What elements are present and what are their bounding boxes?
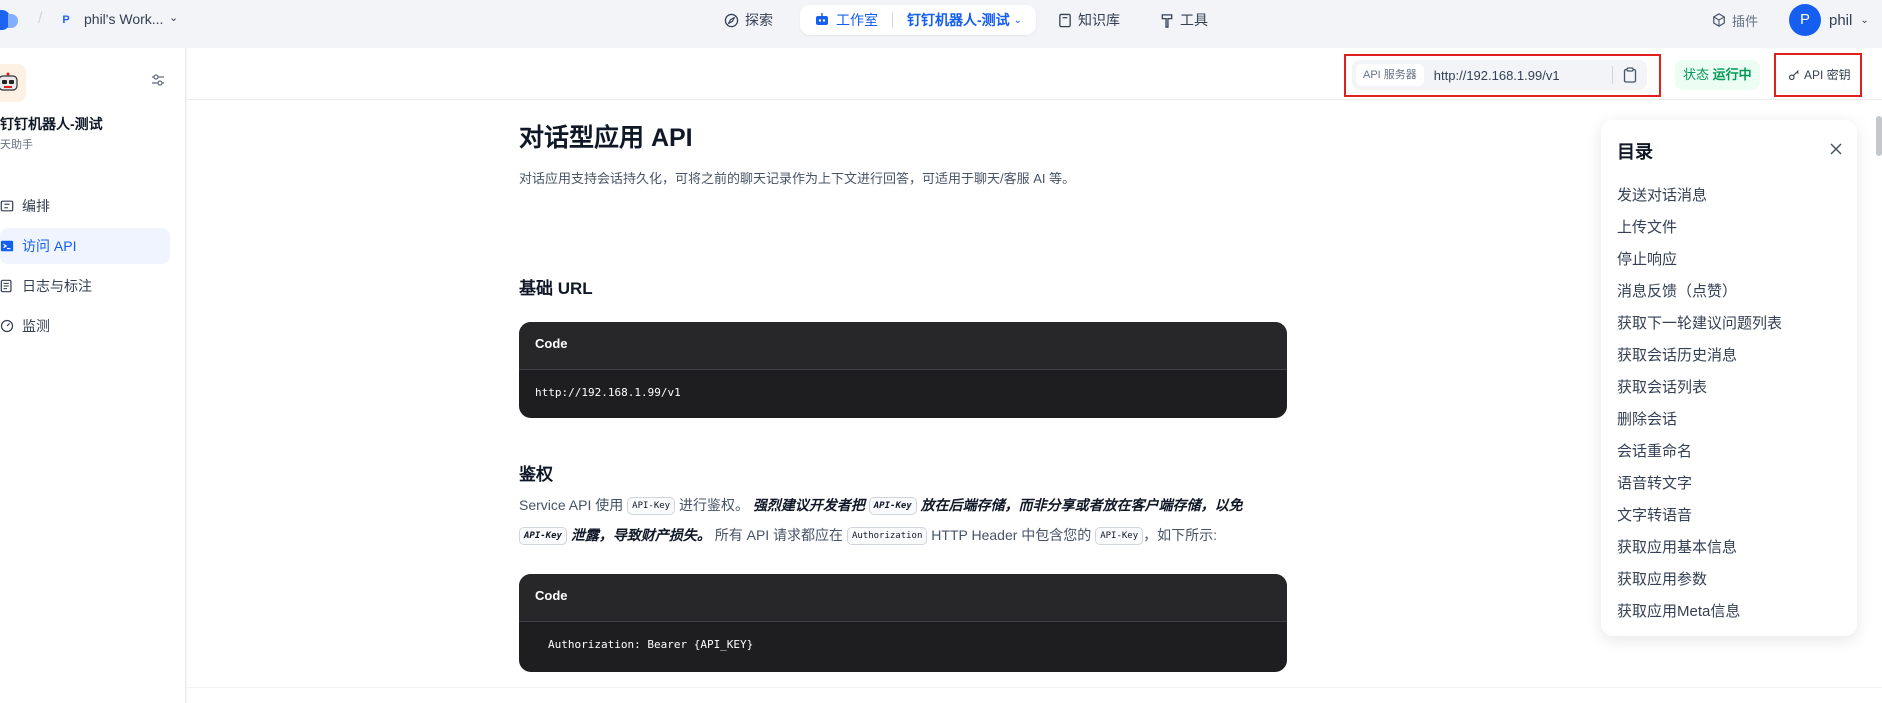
auth-warning-text: 泄露，导致财产损失。 (566, 527, 711, 543)
auth-heading: 鉴权 (519, 465, 553, 484)
log-icon (0, 279, 12, 293)
auth-text: 所有 API 请求都应在 (710, 527, 847, 543)
toc-item[interactable]: 消息反馈（点赞） (1617, 276, 1782, 308)
toc-item[interactable]: 发送对话消息 (1617, 180, 1782, 212)
robot-icon (816, 13, 828, 25)
nav-studio[interactable]: 工作室 钉钉机器人-测试 ⌄ (800, 5, 1037, 35)
toc-item[interactable]: 获取应用参数 (1617, 564, 1782, 596)
code-block-header: Code (519, 574, 1287, 622)
toc-item[interactable]: 语音转文字 (1617, 468, 1782, 500)
code-pill: API-Key (519, 527, 567, 546)
auth-paragraph: Service API 使用 API-Key 进行鉴权。 强烈建议开发者把 AP… (519, 490, 1289, 550)
toc-item[interactable]: 获取会话列表 (1617, 372, 1782, 404)
auth-warning-text: 强烈建议开发者把 (752, 497, 869, 513)
nav-studio-label: 工作室 (836, 12, 878, 28)
workspace-avatar: P (58, 12, 74, 28)
code-block-content[interactable]: Authorization: Bearer {API_KEY} (519, 622, 1287, 667)
divider (892, 12, 893, 28)
toc-list: 发送对话消息 上传文件 停止响应 消息反馈（点赞） 获取下一轮建议问题列表 获取… (1617, 180, 1782, 628)
hammer-icon (1161, 13, 1173, 28)
nav-knowledge[interactable]: 知识库 (1058, 6, 1120, 34)
top-nav: / P phil's Work... ⌄ 探索 工作室 钉钉机器人-测试 ⌄ 知… (0, 0, 1882, 40)
code-pill: API-Key (1095, 527, 1144, 546)
toc-item[interactable]: 获取下一轮建议问题列表 (1617, 308, 1782, 340)
plugins-button[interactable]: 插件 (1712, 6, 1758, 34)
toc-item[interactable]: 会话重命名 (1617, 436, 1782, 468)
nav-tools-label: 工具 (1180, 12, 1208, 28)
annotation-highlight-box (1344, 54, 1661, 97)
page-title: 对话型应用 API (519, 124, 693, 152)
plugin-cube-icon (1713, 13, 1725, 27)
toc-item[interactable]: 获取应用Meta信息 (1617, 596, 1782, 628)
app-robot-icon (0, 64, 26, 102)
api-doc: 对话型应用 API 对话应用支持会话持久化，可将之前的聊天记录作为上下文进行回答… (519, 118, 1289, 672)
toc-title: 目录 (1617, 142, 1653, 162)
sidebar-item-label: 监测 (22, 318, 50, 334)
sidebar-item-monitor[interactable]: 监测 (0, 308, 170, 344)
book-icon (1059, 13, 1071, 27)
avatar: P (1789, 4, 1821, 36)
chevron-down-icon[interactable]: ⌄ (1014, 15, 1022, 26)
auth-text: ，如下所示: (1143, 527, 1218, 543)
chevron-down-icon: ⌄ (1860, 14, 1869, 26)
sidebar-item-label: 编排 (22, 198, 50, 214)
orchestrate-icon (0, 200, 14, 212)
toc-item[interactable]: 获取会话历史消息 (1617, 340, 1782, 372)
workspace-switcher[interactable]: phil's Work... (84, 11, 163, 27)
annotation-highlight-box (1774, 53, 1862, 97)
nav-separator: / (38, 10, 43, 27)
app-sidebar: 钉钉机器人-测试 天助手 编排 访问 API 日志与标注 监测 (0, 48, 186, 703)
api-toolbar: API 服务器 http://192.168.1.99/v1 状态 运行中 AP… (187, 48, 1882, 100)
auth-warning-text: 放在后端存储，而非分享或者放在客户端存储，以免 (916, 497, 1243, 513)
sidebar-item-label: 日志与标注 (22, 278, 92, 294)
code-block-auth-header: Code Authorization: Bearer {API_KEY} (519, 574, 1287, 672)
dify-logo-icon[interactable] (0, 10, 22, 30)
toc-item[interactable]: 获取应用基本信息 (1617, 532, 1782, 564)
chevron-down-icon[interactable]: ⌄ (169, 11, 178, 24)
current-app-selector[interactable]: 钉钉机器人-测试 (907, 10, 1010, 30)
settings-sliders-icon[interactable] (150, 72, 166, 88)
app-subtitle: 天助手 (0, 139, 33, 151)
toc-item[interactable]: 上传文件 (1617, 212, 1782, 244)
code-block-base-url: Code http://192.168.1.99/v1 (519, 322, 1287, 418)
auth-text: Service API 使用 (519, 497, 628, 513)
status-value: 运行中 (1712, 67, 1752, 82)
sidebar-item-logs[interactable]: 日志与标注 (0, 268, 170, 304)
sidebar-item-orchestrate[interactable]: 编排 (0, 188, 170, 224)
toc-item[interactable]: 停止响应 (1617, 244, 1782, 276)
app-title: 钉钉机器人-测试 (0, 116, 103, 132)
base-url-heading: 基础 URL (519, 279, 593, 298)
main-content: API 服务器 http://192.168.1.99/v1 状态 运行中 AP… (187, 48, 1882, 703)
user-menu[interactable]: P phil ⌄ (1789, 4, 1869, 36)
close-icon[interactable] (1829, 142, 1843, 156)
code-block-content[interactable]: http://192.168.1.99/v1 (519, 370, 1287, 415)
code-pill: API-Key (868, 497, 917, 516)
code-block-header: Code (519, 322, 1287, 370)
page-scrollbar[interactable] (1876, 116, 1882, 156)
table-of-contents: 目录 发送对话消息 上传文件 停止响应 消息反馈（点赞） 获取下一轮建议问题列表… (1601, 120, 1857, 636)
doc-intro: 对话应用支持会话持久化，可将之前的聊天记录作为上下文进行回答，可适用于聊天/客服… (519, 171, 1076, 186)
monitor-icon (0, 319, 14, 333)
toc-item[interactable]: 文字转语音 (1617, 500, 1782, 532)
nav-tools[interactable]: 工具 (1160, 6, 1208, 34)
sidebar-item-label: 访问 API (22, 238, 77, 254)
auth-text: 进行鉴权。 (675, 497, 753, 513)
auth-text: HTTP Header 中包含您的 (927, 527, 1096, 543)
plugins-label: 插件 (1732, 13, 1759, 29)
terminal-icon (0, 240, 14, 252)
code-pill: Authorization (846, 527, 928, 546)
code-pill: API-Key (627, 497, 676, 516)
sidebar-item-api[interactable]: 访问 API (0, 228, 170, 264)
divider (187, 687, 1882, 688)
status-badge: 状态 运行中 (1675, 60, 1760, 90)
nav-explore[interactable]: 探索 (724, 6, 773, 34)
user-name: phil (1829, 11, 1853, 29)
sidebar-menu: 编排 访问 API 日志与标注 监测 (0, 188, 170, 348)
toc-item[interactable]: 删除会话 (1617, 404, 1782, 436)
compass-icon (724, 13, 739, 27)
status-key: 状态 (1683, 67, 1710, 82)
nav-explore-label: 探索 (745, 12, 773, 28)
nav-knowledge-label: 知识库 (1078, 12, 1120, 28)
